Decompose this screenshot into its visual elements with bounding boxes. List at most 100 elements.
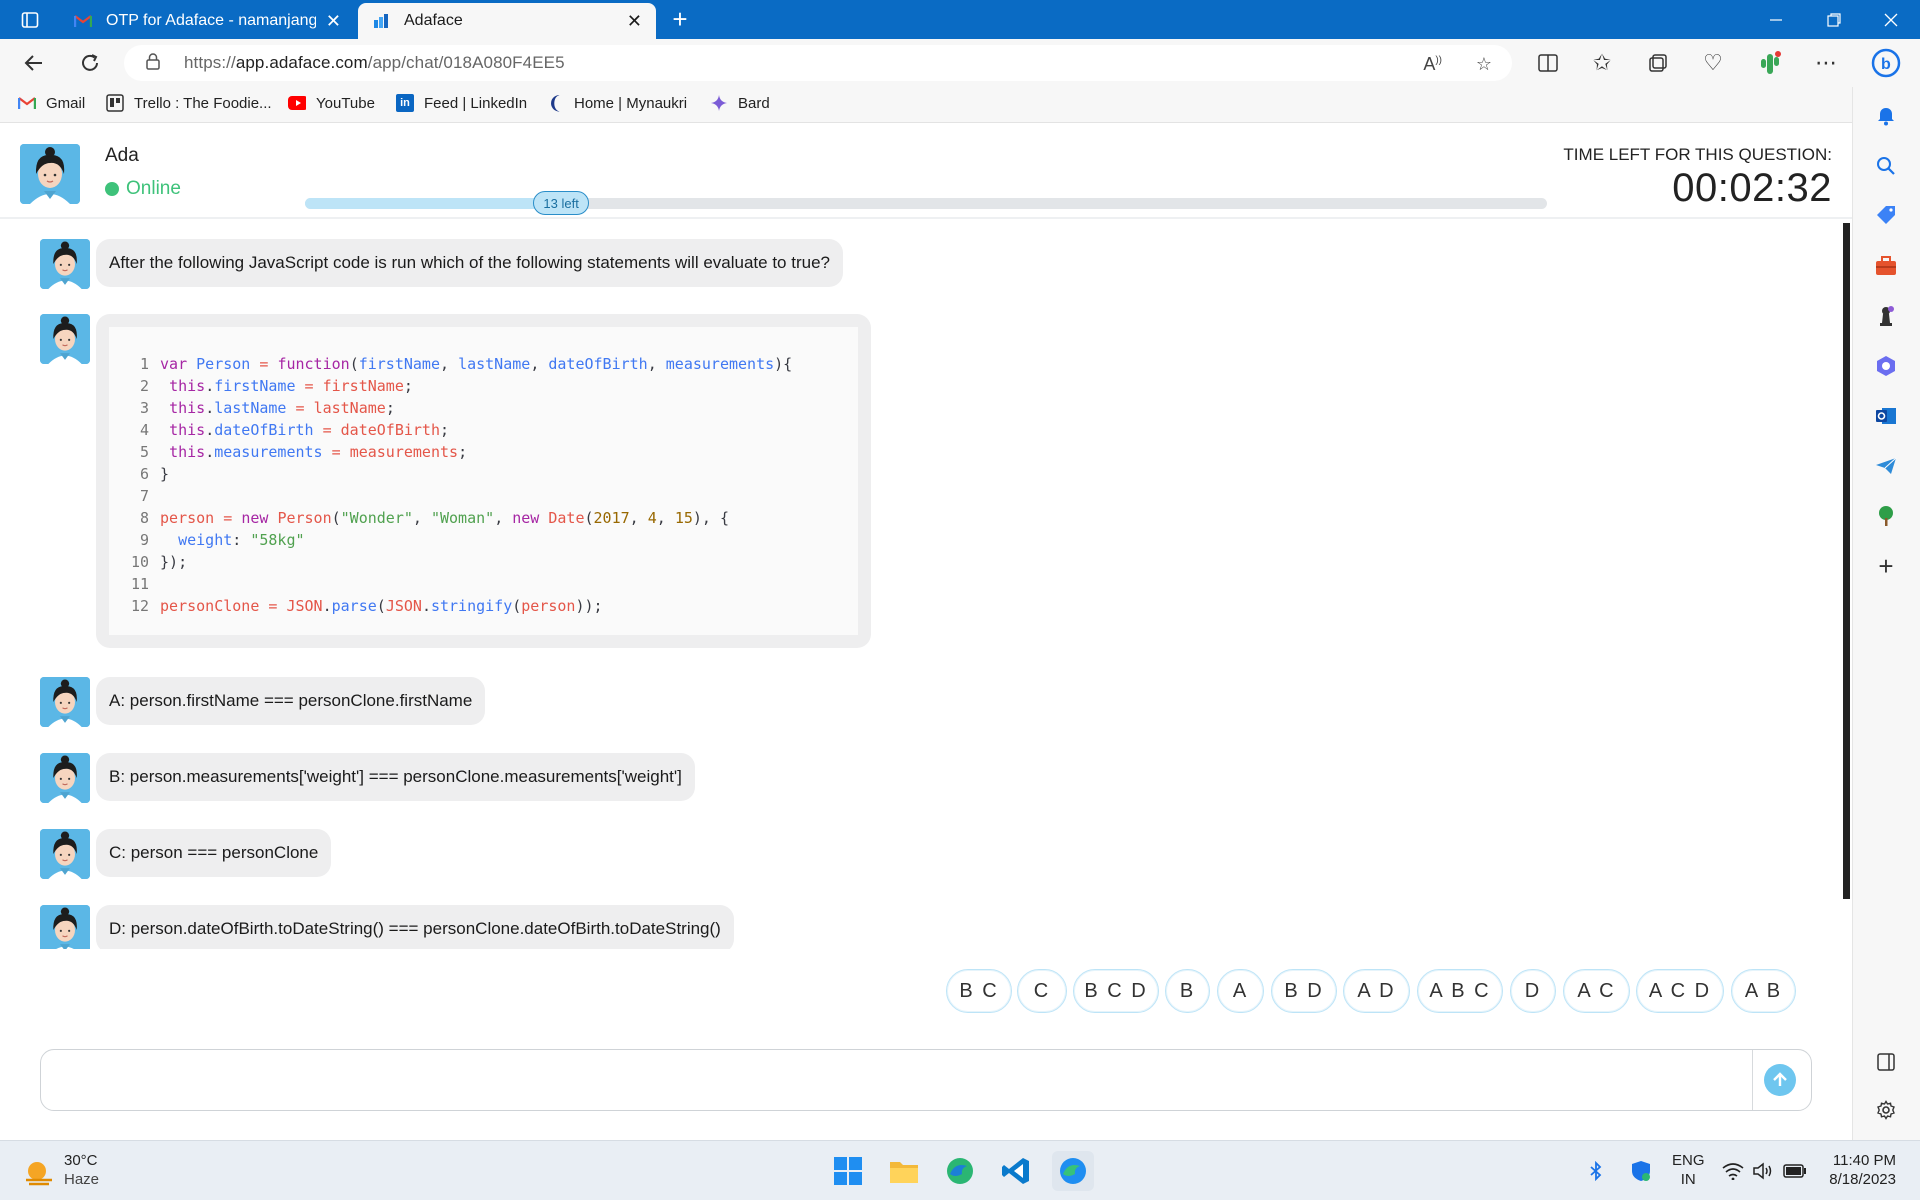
bot-name: Ada xyxy=(105,145,139,166)
hide-sidebar-icon[interactable] xyxy=(1873,1049,1899,1075)
code-line: 4 this. dateOfBirth = dateOfBirth; xyxy=(139,421,450,439)
answer-choice-d[interactable]: D xyxy=(1510,969,1556,1013)
answer-choice-b[interactable]: B xyxy=(1165,969,1210,1013)
bookmark-bard[interactable]: Bard xyxy=(710,94,770,112)
copilot-icon[interactable]: b xyxy=(1866,43,1906,83)
favorite-star-icon[interactable]: ☆ xyxy=(1476,54,1492,75)
weather-widget[interactable]: 30°C Haze xyxy=(64,1151,99,1189)
code-line: 11 xyxy=(130,575,149,593)
new-tab-button[interactable]: + xyxy=(662,0,698,39)
answer-choice-bcd[interactable]: B C D xyxy=(1073,969,1159,1013)
tree-icon[interactable] xyxy=(1873,503,1899,529)
answer-choice-ac[interactable]: A C xyxy=(1563,969,1630,1013)
bookmark-trello[interactable]: Trello : The Foodie... xyxy=(106,94,272,112)
answer-choice-ad[interactable]: A D xyxy=(1343,969,1410,1013)
telegram-send-icon[interactable] xyxy=(1873,453,1899,479)
option-b-bubble: B: person.measurements['weight'] === per… xyxy=(96,753,695,801)
arrow-up-icon xyxy=(1773,1072,1787,1086)
progress-bar xyxy=(305,198,1547,209)
security-shield-icon[interactable] xyxy=(1624,1153,1658,1189)
close-tab-icon[interactable]: ✕ xyxy=(326,11,341,32)
lock-icon[interactable] xyxy=(146,52,168,74)
chat-messages[interactable]: After the following JavaScript code is r… xyxy=(0,221,1842,949)
split-screen-icon[interactable] xyxy=(1528,43,1568,83)
search-icon[interactable] xyxy=(1873,153,1899,179)
close-tab-icon[interactable]: ✕ xyxy=(627,11,642,32)
tab-adaface[interactable]: Adaface ✕ xyxy=(358,3,656,39)
answer-choice-bd[interactable]: B D xyxy=(1271,969,1337,1013)
bard-sparkle-icon xyxy=(710,94,728,112)
code-line: 10 }); xyxy=(130,553,188,571)
language-indicator[interactable]: ENG IN xyxy=(1672,1151,1705,1189)
read-aloud-icon[interactable]: A)) xyxy=(1423,54,1442,75)
edge-active-icon[interactable] xyxy=(1052,1151,1094,1191)
add-sidebar-app-icon[interactable]: + xyxy=(1873,551,1899,581)
answer-choice-acd[interactable]: A C D xyxy=(1636,969,1724,1013)
start-windows-icon[interactable] xyxy=(830,1153,866,1189)
answer-choice-a[interactable]: A xyxy=(1217,969,1264,1013)
minimize-icon[interactable] xyxy=(1747,0,1805,39)
linkedin-icon: in xyxy=(396,94,414,112)
adaface-icon xyxy=(372,12,390,30)
option-d-bubble: D: person.dateOfBirth.toDateString() ===… xyxy=(96,905,734,949)
bot-avatar xyxy=(40,314,90,364)
battery-icon[interactable] xyxy=(1778,1153,1812,1189)
address-toolbar: https://app.adaface.com/app/chat/018A080… xyxy=(0,39,1920,87)
edge-beta-icon[interactable] xyxy=(942,1153,978,1189)
outlook-icon[interactable] xyxy=(1873,403,1899,429)
refresh-button[interactable] xyxy=(70,43,110,83)
bookmark-linkedin[interactable]: in Feed | LinkedIn xyxy=(396,94,527,112)
collections-icon[interactable] xyxy=(1638,43,1678,83)
games-chess-icon[interactable] xyxy=(1873,303,1899,329)
more-options-icon[interactable]: ⋯ xyxy=(1806,43,1846,83)
answer-choice-ab[interactable]: A B xyxy=(1731,969,1796,1013)
volume-icon[interactable] xyxy=(1748,1153,1778,1189)
code-line: 2 this. firstName = firstName; xyxy=(139,377,413,395)
send-button[interactable] xyxy=(1764,1064,1796,1096)
notifications-bell-icon[interactable] xyxy=(1873,103,1899,129)
tab-title: OTP for Adaface - namanjangid8 xyxy=(106,12,316,29)
chat-input[interactable] xyxy=(40,1049,1812,1111)
wifi-icon[interactable] xyxy=(1718,1153,1748,1189)
bookmark-mynaukri[interactable]: ❨ Home | Mynaukri xyxy=(546,92,687,113)
bot-avatar xyxy=(40,905,90,949)
answer-choice-bc[interactable]: B C xyxy=(946,969,1012,1013)
code-line: 3 this. lastName = lastName; xyxy=(139,399,395,417)
question-bubble: After the following JavaScript code is r… xyxy=(96,239,843,287)
question-timer: 00:02:32 xyxy=(1672,166,1832,210)
code-line: 7 xyxy=(139,487,149,505)
restore-icon[interactable] xyxy=(1805,0,1863,39)
option-c-bubble: C: person === personClone xyxy=(96,829,332,877)
shopping-tag-icon[interactable] xyxy=(1873,203,1899,229)
extension-cactus-icon[interactable] xyxy=(1750,43,1790,83)
tab-title: Adaface xyxy=(404,12,463,29)
bookmark-youtube[interactable]: YouTube xyxy=(288,94,375,112)
tab-actions-icon[interactable] xyxy=(6,0,54,39)
tools-briefcase-icon[interactable] xyxy=(1873,253,1899,279)
vscode-icon[interactable] xyxy=(998,1153,1034,1189)
favorites-icon[interactable]: ✩ xyxy=(1582,43,1622,83)
answer-choice-c[interactable]: C xyxy=(1017,969,1067,1013)
browser-essentials-icon[interactable]: ♡ xyxy=(1693,43,1733,83)
mynaukri-icon: ❨ xyxy=(547,92,563,113)
bot-avatar xyxy=(40,829,90,879)
microsoft-365-icon[interactable] xyxy=(1873,353,1899,379)
code-block: 1 var Person = function(firstName, lastN… xyxy=(109,327,858,635)
windows-taskbar: 30°C Haze ENG IN 11:40 PM 8/18/2023 xyxy=(0,1140,1920,1200)
chat-scrollbar[interactable] xyxy=(1843,223,1850,899)
questions-left-badge: 13 left xyxy=(533,191,589,215)
file-explorer-icon[interactable] xyxy=(886,1153,922,1189)
settings-gear-icon[interactable] xyxy=(1873,1097,1899,1123)
address-bar[interactable]: https://app.adaface.com/app/chat/018A080… xyxy=(124,45,1512,81)
answer-choice-abc[interactable]: A B C xyxy=(1417,969,1503,1013)
code-bubble: 1 var Person = function(firstName, lastN… xyxy=(96,314,871,648)
bookmark-gmail[interactable]: Gmail xyxy=(18,94,85,112)
weather-icon[interactable] xyxy=(22,1155,58,1191)
trello-icon xyxy=(106,94,124,112)
bluetooth-icon[interactable] xyxy=(1582,1153,1610,1189)
bot-avatar xyxy=(40,753,90,803)
close-window-icon[interactable] xyxy=(1862,0,1920,39)
back-button[interactable] xyxy=(14,43,54,83)
clock[interactable]: 11:40 PM 8/18/2023 xyxy=(1818,1151,1896,1189)
tab-gmail[interactable]: OTP for Adaface - namanjangid8 ✕ xyxy=(60,3,355,39)
